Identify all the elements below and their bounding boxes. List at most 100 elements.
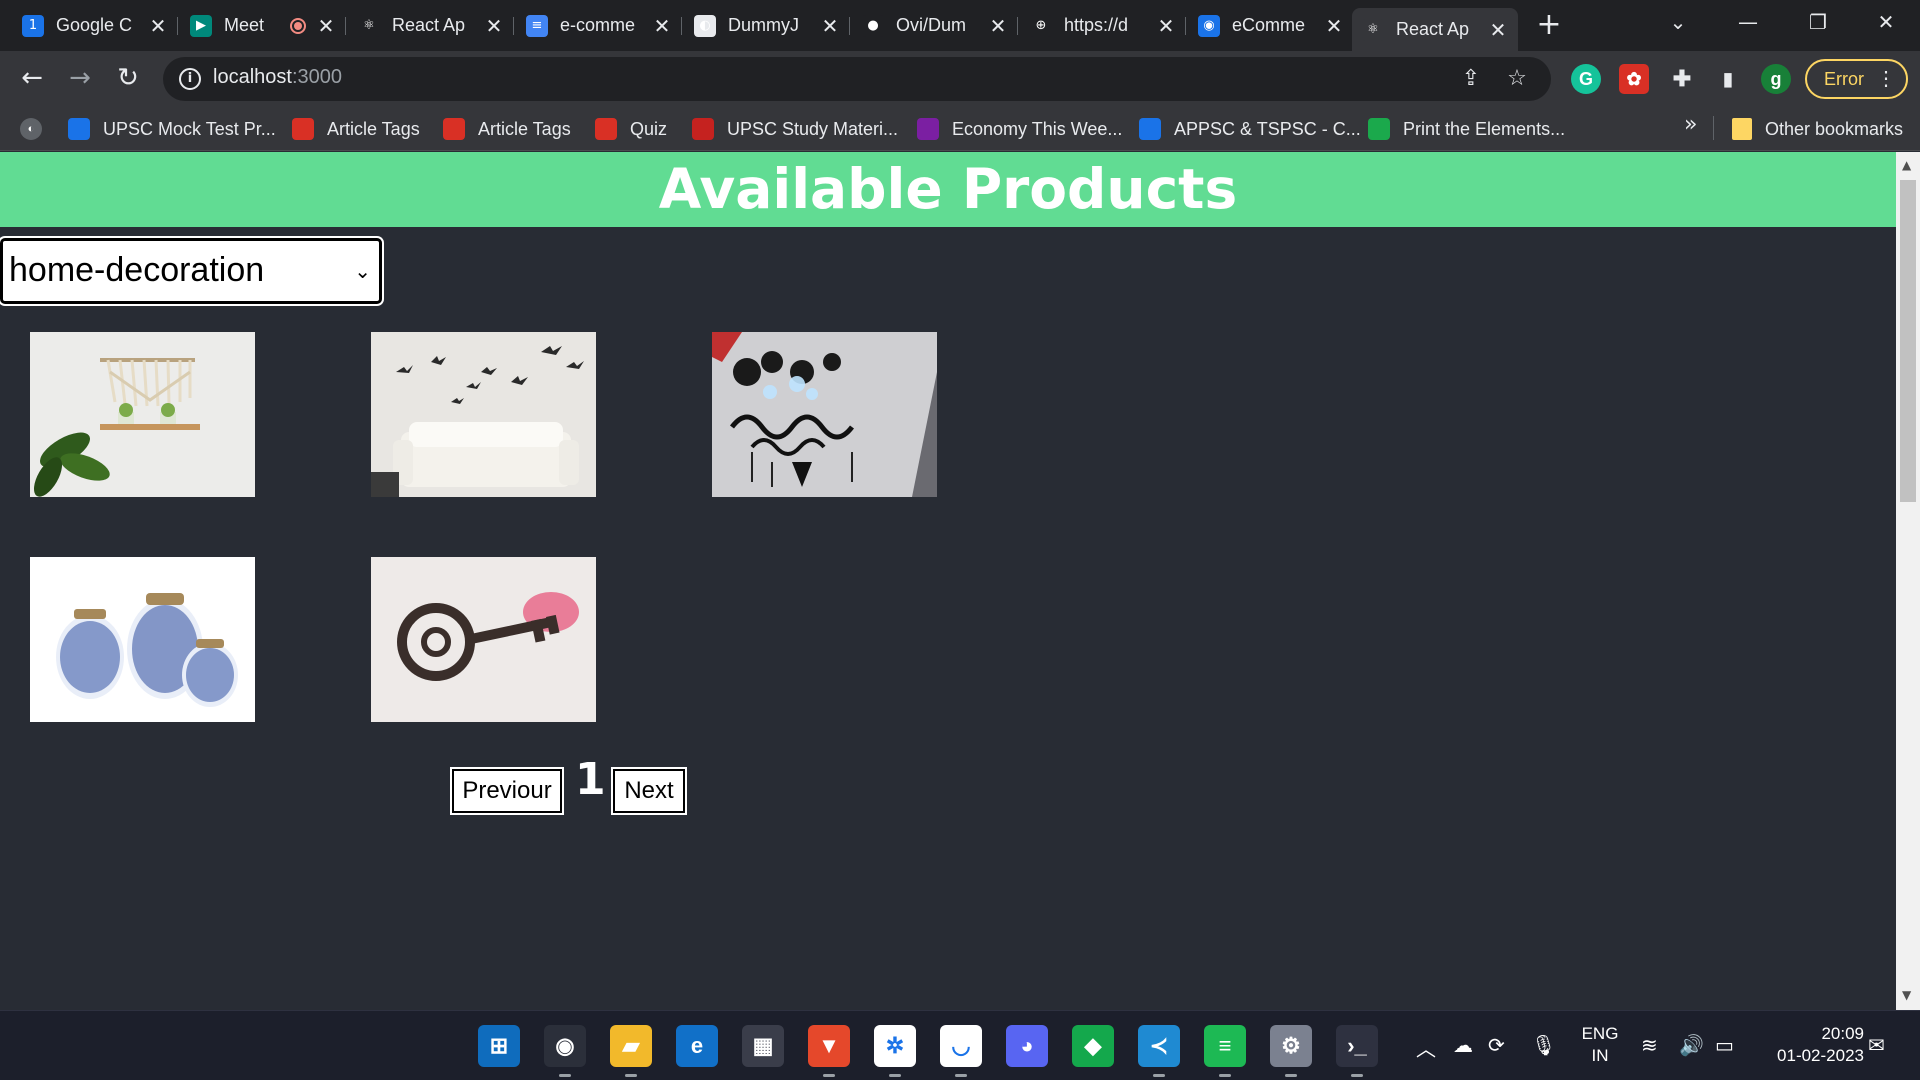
tab-close-icon[interactable]: ✕ bbox=[316, 14, 336, 38]
tab-separator bbox=[681, 17, 682, 35]
apps-icon[interactable]: ◐ bbox=[20, 114, 42, 144]
product-image-macrame-shelf[interactable] bbox=[30, 332, 255, 497]
show-hidden-icons[interactable]: ︿ bbox=[1416, 1033, 1436, 1062]
menu-dots-icon[interactable]: ⋮ bbox=[1876, 61, 1896, 97]
header-banner: Available Products bbox=[0, 152, 1896, 227]
tab-close-icon[interactable]: ✕ bbox=[1488, 18, 1508, 42]
next-page-button[interactable]: Next bbox=[613, 769, 685, 813]
bookmark-label: APPSC & TSPSC - C... bbox=[1174, 118, 1361, 139]
share-icon[interactable]: ⇪ bbox=[1457, 65, 1485, 93]
sync-icon[interactable]: ⟳ bbox=[1488, 1033, 1505, 1057]
browser-tab[interactable]: ◉ eComme ✕ bbox=[1188, 8, 1354, 43]
bookmark-item[interactable]: Article Tags bbox=[292, 114, 420, 144]
browser-tab[interactable]: ● Ovi/Dum ✕ bbox=[852, 8, 1018, 43]
browser-tab[interactable]: ⚛ React Ap ✕ bbox=[348, 8, 514, 43]
browser-tab[interactable]: ⊕ https://d ✕ bbox=[1020, 8, 1186, 43]
back-icon[interactable]: ← bbox=[14, 61, 50, 97]
site-info-icon[interactable]: i bbox=[179, 68, 201, 90]
tab-separator bbox=[849, 17, 850, 35]
category-select[interactable]: home-decoration ⌄ bbox=[0, 238, 382, 304]
file-explorer-icon[interactable]: ▰ bbox=[610, 1025, 652, 1077]
discord-icon[interactable]: ◕ bbox=[1006, 1025, 1048, 1067]
product-image-ceramic-jars[interactable] bbox=[30, 557, 255, 722]
battery-icon[interactable]: ▭ bbox=[1715, 1033, 1734, 1057]
side-panel-icon[interactable]: ▮ bbox=[1713, 64, 1743, 94]
running-indicator bbox=[1351, 1074, 1363, 1077]
reload-icon[interactable]: ↻ bbox=[110, 61, 146, 97]
close-window-icon[interactable]: ✕ bbox=[1858, 6, 1914, 38]
vscode-icon[interactable]: ≺ bbox=[1138, 1025, 1180, 1077]
scrollbar-thumb[interactable] bbox=[1900, 180, 1916, 502]
github-icon: ● bbox=[862, 14, 884, 37]
tab-separator bbox=[513, 17, 514, 35]
bookmark-star-icon[interactable]: ☆ bbox=[1503, 65, 1531, 93]
chrome-icon[interactable]: ◉ bbox=[544, 1025, 586, 1077]
browser-tab[interactable]: ▶ Meet ✕ bbox=[180, 8, 346, 43]
tab-search-icon[interactable]: ⌄ bbox=[1650, 6, 1706, 38]
dummyjson-icon: ◐ bbox=[694, 14, 716, 37]
tab-close-icon[interactable]: ✕ bbox=[652, 14, 672, 38]
ms-store-icon[interactable]: ▦ bbox=[742, 1025, 784, 1067]
tab-close-icon[interactable]: ✕ bbox=[820, 14, 840, 38]
running-indicator bbox=[823, 1074, 835, 1077]
browser-tab[interactable]: 1 Google C ✕ bbox=[12, 8, 178, 43]
grammarly-icon[interactable]: G bbox=[1571, 64, 1601, 94]
bookmark-item[interactable]: Article Tags bbox=[443, 114, 571, 144]
slack-icon[interactable]: ✲ bbox=[874, 1025, 916, 1077]
scroll-down-icon[interactable]: ▼ bbox=[1902, 988, 1911, 1002]
product-image-wall-decal-birds[interactable] bbox=[371, 332, 596, 497]
notification-icon[interactable]: ✉ bbox=[1868, 1033, 1885, 1057]
page-scrollbar[interactable]: ▲ ▼ bbox=[1896, 152, 1920, 1010]
bookmark-item[interactable]: UPSC Study Materi... bbox=[692, 114, 898, 144]
language-indicator[interactable]: ENG IN bbox=[1575, 1023, 1625, 1067]
scroll-up-icon[interactable]: ▲ bbox=[1902, 158, 1911, 172]
microphone-icon[interactable]: 🎙 bbox=[1531, 1033, 1556, 1057]
wifi-icon[interactable]: ≋ bbox=[1641, 1033, 1658, 1057]
profile-avatar[interactable]: g bbox=[1761, 64, 1791, 94]
tab-close-icon[interactable]: ✕ bbox=[988, 14, 1008, 38]
browser-tab[interactable]: ◐ DummyJ ✕ bbox=[684, 8, 850, 43]
tab-close-icon[interactable]: ✕ bbox=[1156, 14, 1176, 38]
volume-icon[interactable]: 🔊 bbox=[1679, 1033, 1704, 1057]
product-image-key-holder[interactable] bbox=[371, 557, 596, 722]
tab-close-icon[interactable]: ✕ bbox=[484, 14, 504, 38]
url-text[interactable]: localhost:3000 bbox=[213, 66, 342, 89]
running-indicator bbox=[955, 1074, 967, 1077]
tab-separator bbox=[1185, 17, 1186, 35]
tab-close-icon[interactable]: ✕ bbox=[148, 14, 168, 38]
other-bookmarks-label: Other bookmarks bbox=[1765, 118, 1904, 139]
other-bookmarks-folder[interactable]: Other bookmarks bbox=[1732, 114, 1903, 144]
spotify-icon[interactable]: ≡ bbox=[1204, 1025, 1246, 1077]
error-button[interactable]: Error ⋮ bbox=[1805, 59, 1908, 99]
windows-start-icon[interactable]: ⊞ bbox=[478, 1025, 520, 1067]
previous-page-button[interactable]: Previour bbox=[452, 769, 562, 813]
product-image-led-wall-lamp[interactable] bbox=[712, 332, 937, 497]
browser-tab[interactable]: ⚛ React Ap ✕ bbox=[1352, 8, 1518, 51]
new-tab-button[interactable]: + bbox=[1532, 10, 1566, 42]
extension-red-icon[interactable]: ✿ bbox=[1619, 64, 1649, 94]
meet-icon: ▶ bbox=[190, 14, 212, 37]
forward-icon[interactable]: → bbox=[62, 61, 98, 97]
terminal-icon[interactable]: ›_ bbox=[1336, 1025, 1378, 1077]
tab-close-icon[interactable]: ✕ bbox=[1324, 14, 1344, 38]
browser-tab[interactable]: ≡ e-comme ✕ bbox=[516, 8, 682, 43]
minimize-icon[interactable]: — bbox=[1720, 6, 1776, 38]
bookmarks-bar: ◐ UPSC Mock Test Pr... Article Tags Articl… bbox=[0, 106, 1920, 151]
evernote-icon[interactable]: ◆ bbox=[1072, 1025, 1114, 1067]
bookmark-item[interactable]: Economy This Wee... bbox=[917, 114, 1122, 144]
extensions-puzzle-icon[interactable]: ✚ bbox=[1667, 64, 1697, 94]
restore-icon[interactable]: ❐ bbox=[1790, 6, 1846, 38]
bookmarks-overflow-button[interactable]: » bbox=[1684, 112, 1697, 137]
bookmark-item[interactable]: UPSC Mock Test Pr... bbox=[68, 114, 276, 144]
address-bar[interactable]: i localhost:3000 ⇪ ☆ bbox=[163, 57, 1551, 101]
bookmark-item[interactable]: APPSC & TSPSC - C... bbox=[1139, 114, 1361, 144]
edge-icon[interactable]: e bbox=[676, 1025, 718, 1067]
testbook-icon[interactable]: ◡ bbox=[940, 1025, 982, 1077]
onedrive-error-icon[interactable]: ☁ bbox=[1453, 1033, 1473, 1057]
bookmark-item[interactable]: Quiz bbox=[595, 114, 667, 144]
clock[interactable]: 20:09 01-02-2023 bbox=[1756, 1023, 1864, 1067]
brave-icon[interactable]: ▼ bbox=[808, 1025, 850, 1077]
settings-icon[interactable]: ⚙ bbox=[1270, 1025, 1312, 1077]
bookmark-item[interactable]: Print the Elements... bbox=[1368, 114, 1565, 144]
tab-title: eComme bbox=[1232, 15, 1306, 35]
